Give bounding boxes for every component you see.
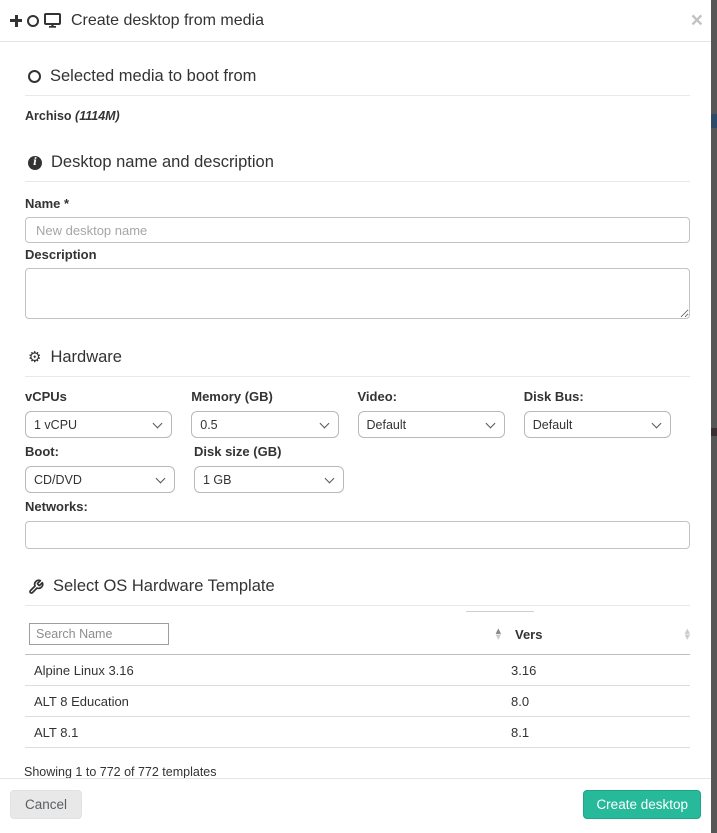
description-textarea[interactable]: [25, 268, 690, 319]
divider: [25, 605, 690, 606]
hardware-row-1: vCPUs 1 vCPU Memory (GB) 0.5 Video: Defa…: [25, 377, 690, 438]
template-name: ALT 8.2: [25, 748, 497, 759]
name-heading-label: Desktop name and description: [51, 153, 274, 172]
name-label: Name *: [25, 196, 690, 211]
boot-select[interactable]: CD/DVD: [25, 466, 175, 493]
table-header: ▲ ▼ Vers ▲ ▼: [25, 618, 690, 655]
boot-label: Boot:: [25, 444, 175, 459]
template-vers: 3.16: [497, 655, 690, 685]
vcpus-select[interactable]: 1 vCPU: [25, 411, 172, 438]
scrollbar-marker: [711, 114, 717, 128]
modal-title: Create desktop from media: [71, 12, 264, 30]
plus-icon: [10, 15, 22, 27]
sort-icon[interactable]: ▲ ▼: [685, 628, 690, 640]
video-label: Video:: [358, 389, 505, 404]
hardware-heading-label: Hardware: [50, 348, 122, 367]
info-icon: i: [28, 156, 42, 170]
media-name: Archiso: [25, 109, 72, 123]
desktop-icon: [44, 13, 61, 28]
boot-value: CD/DVD: [34, 473, 82, 487]
template-table: ▲ ▼ Vers ▲ ▼ Alpine Linux 3.16 3.16 ALT …: [25, 618, 690, 759]
table-row[interactable]: Alpine Linux 3.16 3.16: [25, 655, 690, 686]
selected-media: Archiso (1114M): [25, 109, 690, 123]
close-icon[interactable]: ×: [691, 10, 703, 31]
diskbus-select[interactable]: Default: [524, 411, 671, 438]
memory-value: 0.5: [200, 418, 217, 432]
memory-select[interactable]: 0.5: [191, 411, 338, 438]
vers-column-label: Vers: [515, 627, 542, 642]
table-row[interactable]: ALT 8.1 8.1: [25, 717, 690, 748]
table-body: Alpine Linux 3.16 3.16 ALT 8 Education 8…: [25, 655, 690, 759]
search-input[interactable]: [29, 623, 169, 645]
modal-footer: Cancel Create desktop: [0, 778, 717, 833]
chevron-down-icon: [153, 419, 163, 429]
name-section-heading: i Desktop name and description: [28, 153, 690, 172]
video-select[interactable]: Default: [358, 411, 505, 438]
networks-label: Networks:: [25, 499, 690, 514]
divider: [25, 95, 690, 96]
template-vers: 8.2: [497, 748, 690, 759]
chevron-down-icon: [319, 419, 329, 429]
create-desktop-button[interactable]: Create desktop: [583, 790, 701, 819]
window-scrollbar[interactable]: [711, 0, 717, 833]
media-size: (1114M): [75, 109, 120, 123]
table-row[interactable]: ALT 8.2 8.2: [25, 748, 690, 759]
video-value: Default: [367, 418, 407, 432]
disksize-value: 1 GB: [203, 473, 232, 487]
memory-label: Memory (GB): [191, 389, 338, 404]
networks-input[interactable]: [25, 521, 690, 549]
vers-column-header[interactable]: Vers ▲ ▼: [501, 627, 690, 642]
chevron-down-icon: [652, 419, 662, 429]
media-section-heading: Selected media to boot from: [28, 67, 690, 86]
table-summary: Showing 1 to 772 of 772 templates: [24, 765, 690, 778]
header-icons: [10, 13, 61, 28]
chevron-down-icon: [156, 474, 166, 484]
disksize-select[interactable]: 1 GB: [194, 466, 344, 493]
column-top-border: [466, 611, 534, 612]
chevron-down-icon: [485, 419, 495, 429]
scrollbar-marker: [711, 428, 717, 436]
vcpus-label: vCPUs: [25, 389, 172, 404]
description-label: Description: [25, 247, 690, 262]
modal-body: Selected media to boot from Archiso (111…: [0, 42, 717, 778]
chevron-down-icon: [325, 474, 335, 484]
circle-icon: [27, 15, 39, 27]
divider: [25, 181, 690, 182]
hardware-section-heading: ⚙ Hardware: [28, 348, 690, 367]
template-vers: 8.0: [497, 686, 690, 716]
vcpus-value: 1 vCPU: [34, 418, 77, 432]
template-heading-label: Select OS Hardware Template: [53, 577, 275, 596]
diskbus-label: Disk Bus:: [524, 389, 671, 404]
template-name: ALT 8.1: [25, 717, 497, 747]
table-row[interactable]: ALT 8 Education 8.0: [25, 686, 690, 717]
hardware-row-2: Boot: CD/DVD Disk size (GB) 1 GB: [25, 438, 690, 493]
media-heading-label: Selected media to boot from: [50, 67, 256, 86]
template-name: ALT 8 Education: [25, 686, 497, 716]
template-name: Alpine Linux 3.16: [25, 655, 497, 685]
circle-icon: [28, 70, 41, 83]
modal-header: Create desktop from media ×: [0, 0, 717, 42]
wrench-icon: [28, 579, 44, 595]
template-section-heading: Select OS Hardware Template: [28, 577, 690, 596]
gear-icon: ⚙: [28, 350, 41, 365]
disksize-label: Disk size (GB): [194, 444, 344, 459]
desktop-name-input[interactable]: [25, 217, 690, 243]
cancel-button[interactable]: Cancel: [10, 790, 82, 819]
diskbus-value: Default: [533, 418, 573, 432]
template-vers: 8.1: [497, 717, 690, 747]
